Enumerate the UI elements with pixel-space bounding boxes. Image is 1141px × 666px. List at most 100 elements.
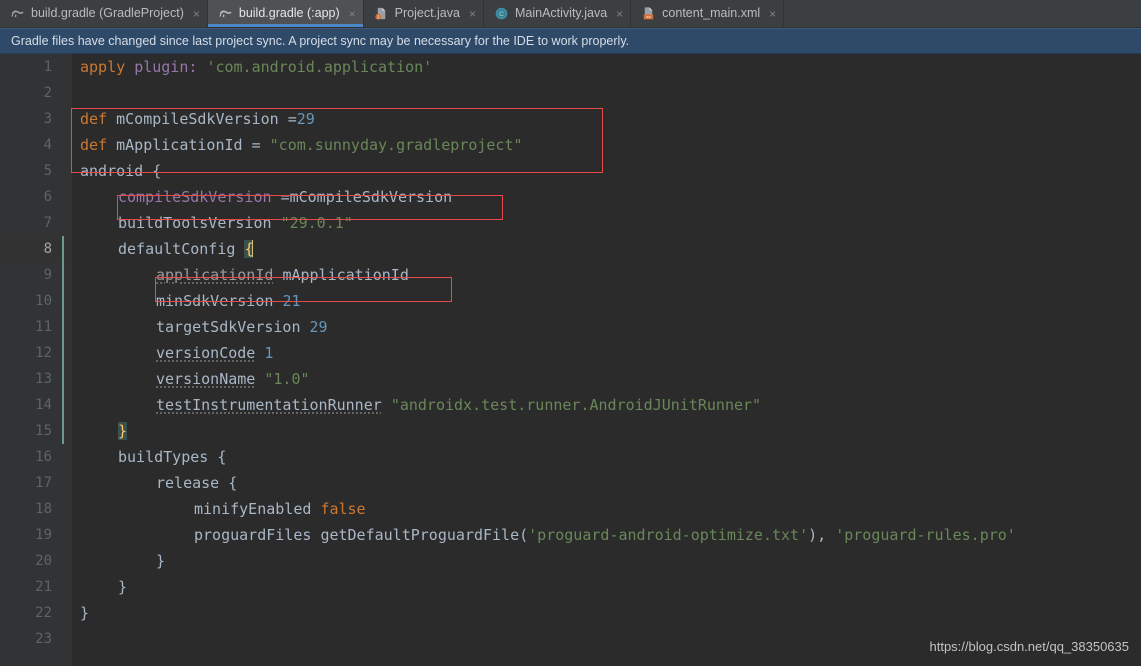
java-class-icon: J bbox=[374, 6, 389, 21]
token-apply: apply bbox=[80, 58, 126, 76]
token-buildtypes-block: buildTypes { bbox=[118, 448, 227, 466]
line-number: 18 bbox=[35, 501, 52, 517]
line-number: 17 bbox=[35, 475, 52, 491]
line-number: 16 bbox=[35, 449, 52, 465]
code-line-8[interactable]: defaultConfig { bbox=[118, 236, 1141, 262]
line-number: 13 bbox=[35, 371, 52, 387]
line-number: 2 bbox=[43, 85, 52, 101]
token-def: def bbox=[80, 136, 108, 154]
close-icon[interactable]: × bbox=[616, 8, 623, 20]
code-line-14[interactable]: testInstrumentationRunner "androidx.test… bbox=[156, 392, 1141, 418]
close-icon[interactable]: × bbox=[349, 8, 356, 20]
code-line-1[interactable]: apply plugin: 'com.android.application' bbox=[80, 54, 1141, 80]
code-line-5[interactable]: android { bbox=[80, 158, 1141, 184]
line-number: 10 bbox=[35, 293, 52, 309]
watermark-url: https://blog.csdn.net/qq_38350635 bbox=[929, 639, 1130, 654]
text-caret bbox=[252, 240, 254, 257]
token-close-brace: } bbox=[156, 552, 166, 570]
notification-message: Gradle files have changed since last pro… bbox=[11, 34, 630, 48]
code-line-12[interactable]: versionCode 1 bbox=[156, 340, 1141, 366]
code-line-10[interactable]: minSdkVersion 21 bbox=[156, 288, 1141, 314]
token-versionname: versionName bbox=[156, 370, 256, 388]
line-number: 11 bbox=[35, 319, 52, 335]
code-line-4[interactable]: def mApplicationId = "com.sunnyday.gradl… bbox=[80, 132, 1141, 158]
token-package-string: "com.sunnyday.gradleproject" bbox=[269, 136, 523, 154]
code-line-21[interactable]: } bbox=[118, 574, 1141, 600]
code-line-20[interactable]: } bbox=[156, 548, 1141, 574]
vcs-change-stripe[interactable] bbox=[62, 236, 64, 444]
code-line-6[interactable]: compileSdkVersion =mCompileSdkVersion bbox=[118, 184, 1141, 210]
code-line-13[interactable]: versionName "1.0" bbox=[156, 366, 1141, 392]
line-number: 7 bbox=[43, 215, 52, 231]
code-line-2[interactable] bbox=[80, 80, 1141, 106]
code-line-7[interactable]: buildToolsVersion "29.0.1" bbox=[118, 210, 1141, 236]
token-proguard-rules-string: 'proguard-rules.pro' bbox=[835, 526, 1016, 544]
svg-text:<>: <> bbox=[646, 15, 652, 20]
token-def: def bbox=[80, 110, 108, 128]
line-number: 3 bbox=[43, 111, 52, 127]
line-number: 21 bbox=[35, 579, 52, 595]
token-1: 1 bbox=[264, 344, 274, 362]
close-icon[interactable]: × bbox=[193, 8, 200, 20]
tab-mainactivity-java[interactable]: C MainActivity.java × bbox=[484, 0, 632, 27]
token-proguard-optimize-string: 'proguard-android-optimize.txt' bbox=[528, 526, 809, 544]
token-minifyenabled: minifyEnabled bbox=[194, 500, 312, 518]
line-number: 12 bbox=[35, 345, 52, 361]
tab-project-java[interactable]: J Project.java × bbox=[364, 0, 484, 27]
token-compilesdkversion: compileSdkVersion bbox=[118, 188, 272, 206]
line-number: 8 bbox=[43, 241, 52, 257]
tab-build-gradle-app[interactable]: build.gradle (:app) × bbox=[207, 0, 364, 27]
token-getdefaultproguardfile: getDefaultProguardFile( bbox=[320, 526, 529, 544]
code-line-15[interactable]: } bbox=[118, 418, 1141, 444]
code-line-11[interactable]: targetSdkVersion 29 bbox=[156, 314, 1141, 340]
xml-layout-icon: <> bbox=[641, 6, 656, 21]
tab-content-main-xml[interactable]: <> content_main.xml × bbox=[631, 0, 785, 27]
token-versionname-string: "1.0" bbox=[264, 370, 310, 388]
close-icon[interactable]: × bbox=[769, 8, 776, 20]
tab-build-gradle-gradleproject[interactable]: build.gradle (GradleProject) × bbox=[0, 0, 208, 27]
line-number: 19 bbox=[35, 527, 52, 543]
token-close-brace: } bbox=[80, 604, 90, 622]
token-mcompilesdkversion: mCompileSdkVersion bbox=[116, 110, 279, 128]
android-studio-editor-window: build.gradle (GradleProject) × build.gra… bbox=[0, 0, 1141, 666]
line-number: 20 bbox=[35, 553, 52, 569]
svg-text:C: C bbox=[499, 11, 504, 18]
token-plugin: plugin: bbox=[134, 58, 198, 76]
token-buildtoolsversion: buildToolsVersion bbox=[118, 214, 272, 232]
token-equals: = bbox=[287, 110, 297, 128]
code-text-area[interactable]: apply plugin: 'com.android.application' … bbox=[72, 54, 1141, 666]
token-buildtools-string: "29.0.1" bbox=[280, 214, 353, 232]
code-editor[interactable]: 1 2 3 4 5 6 7 8 9 10 11 12 13 14 15 16 1… bbox=[0, 54, 1141, 666]
gradle-elephant-icon bbox=[218, 6, 233, 21]
token-targetsdkversion: targetSdkVersion bbox=[156, 318, 301, 336]
code-line-17[interactable]: release { bbox=[156, 470, 1141, 496]
line-number: 9 bbox=[43, 267, 52, 283]
java-activity-icon: C bbox=[494, 6, 509, 21]
line-number: 4 bbox=[43, 137, 52, 153]
code-line-18[interactable]: minifyEnabled false bbox=[194, 496, 1141, 522]
close-icon[interactable]: × bbox=[469, 8, 476, 20]
line-number: 5 bbox=[43, 163, 52, 179]
line-number: 14 bbox=[35, 397, 52, 413]
token-versioncode: versionCode bbox=[156, 344, 256, 362]
line-number: 22 bbox=[35, 605, 52, 621]
code-line-22[interactable]: } bbox=[80, 600, 1141, 626]
token-equals: = bbox=[251, 136, 261, 154]
line-number: 23 bbox=[35, 631, 52, 647]
tab-label: build.gradle (:app) bbox=[238, 6, 340, 21]
token-mapplicationid-ref: mApplicationId bbox=[282, 266, 409, 284]
gradle-sync-notification-bar[interactable]: Gradle files have changed since last pro… bbox=[0, 28, 1141, 54]
token-proguardfiles: proguardFiles bbox=[194, 526, 312, 544]
tab-label: MainActivity.java bbox=[514, 6, 608, 21]
token-close-brace: } bbox=[118, 578, 128, 596]
token-applicationid: applicationId bbox=[156, 266, 274, 284]
code-line-9[interactable]: applicationId mApplicationId bbox=[156, 262, 1141, 288]
code-line-3[interactable]: def mCompileSdkVersion =29 bbox=[80, 106, 1141, 132]
token-release-block: release { bbox=[156, 474, 238, 492]
line-number: 15 bbox=[35, 423, 52, 439]
token-minsdkversion: minSdkVersion bbox=[156, 292, 274, 310]
code-line-19[interactable]: proguardFiles getDefaultProguardFile('pr… bbox=[194, 522, 1141, 548]
code-line-16[interactable]: buildTypes { bbox=[118, 444, 1141, 470]
token-runner-string: "androidx.test.runner.AndroidJUnitRunner… bbox=[390, 396, 762, 414]
token-equals: = bbox=[280, 188, 290, 206]
